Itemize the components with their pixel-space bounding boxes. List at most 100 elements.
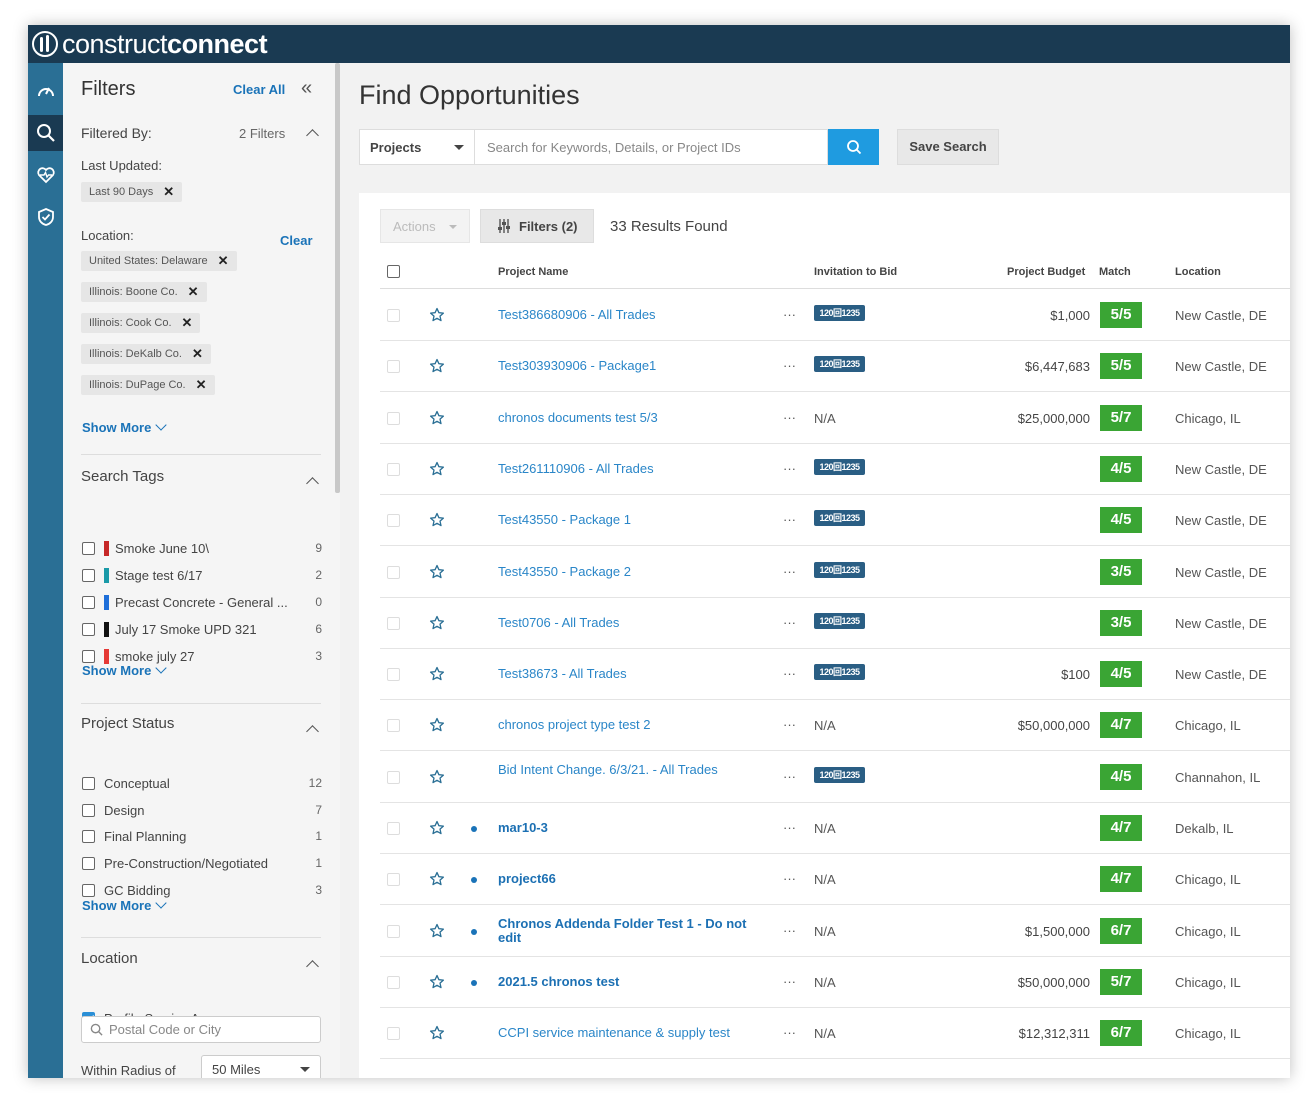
table-row[interactable]: Test386680906 - All Trades ··· 120回1235 $1,…: [380, 290, 1290, 341]
remove-chip-icon[interactable]: ✕: [196, 377, 207, 393]
project-name-link[interactable]: CCPI service maintenance & supply test: [498, 1026, 763, 1040]
chevron-up-icon[interactable]: [306, 477, 319, 490]
itb-badge[interactable]: 120回1235: [814, 766, 865, 783]
checkbox[interactable]: [82, 568, 95, 582]
col-project-name[interactable]: Project Name: [498, 266, 568, 278]
rail-verified[interactable]: [28, 199, 63, 235]
row-checkbox[interactable]: [387, 822, 400, 835]
status-item[interactable]: Final Planning 1: [82, 827, 322, 845]
project-name-link[interactable]: chronos documents test 5/3: [498, 410, 763, 425]
itb-badge[interactable]: 120回1235: [814, 664, 865, 681]
row-checkbox[interactable]: [387, 719, 400, 733]
col-location[interactable]: Location: [1175, 266, 1221, 278]
itb-badge[interactable]: 120回1235: [814, 305, 865, 321]
rail-tracking[interactable]: [28, 157, 63, 193]
save-search-button[interactable]: Save Search: [897, 129, 999, 165]
table-row[interactable]: chronos project type test 2 ··· N/A $50,000…: [380, 700, 1290, 752]
project-name-link[interactable]: Test0706 - All Trades: [498, 615, 763, 630]
project-name-link[interactable]: chronos project type test 2: [498, 718, 763, 732]
star-icon[interactable]: [429, 769, 445, 785]
show-more-locations[interactable]: Show More: [82, 419, 168, 435]
table-row[interactable]: Test38673 - All Trades ··· 120回1235 $100 4/5…: [380, 649, 1290, 701]
itb-badge[interactable]: 120回1235: [814, 356, 865, 373]
project-type-select[interactable]: Projects: [359, 129, 474, 165]
more-options-icon[interactable]: ···: [783, 512, 796, 527]
project-name-link[interactable]: 2021.5 chronos test: [498, 974, 763, 989]
status-item[interactable]: Conceptual 12: [82, 774, 322, 792]
row-checkbox[interactable]: [387, 462, 400, 476]
table-row[interactable]: Test43550 - Package 2 ··· 120回1235 3/5 New C…: [380, 547, 1290, 598]
more-options-icon[interactable]: ···: [783, 307, 796, 322]
more-options-icon[interactable]: ···: [783, 974, 796, 989]
itb-badge[interactable]: 120回1235: [814, 510, 865, 527]
table-row[interactable]: chronos documents test 5/3 ··· N/A $25,000,…: [380, 393, 1290, 444]
search-tag-item[interactable]: July 17 Smoke UPD 321 6: [82, 620, 322, 638]
project-name-link[interactable]: Test386680906 - All Trades: [498, 308, 763, 322]
star-icon[interactable]: [429, 820, 445, 836]
keyword-search-input[interactable]: Search for Keywords, Details, or Project…: [474, 129, 828, 165]
star-icon[interactable]: [429, 1025, 445, 1041]
row-checkbox[interactable]: [387, 873, 400, 887]
show-more-tags[interactable]: Show More: [82, 662, 168, 678]
remove-chip-icon[interactable]: ✕: [182, 315, 193, 331]
actions-dropdown[interactable]: Actions: [380, 209, 470, 243]
itb-badge[interactable]: 120回1235: [814, 612, 865, 629]
row-checkbox[interactable]: [387, 1027, 400, 1041]
collapse-panel-icon[interactable]: «: [301, 77, 312, 100]
project-name-link[interactable]: Test43550 - Package 2: [498, 564, 763, 579]
filters-toggle-button[interactable]: Filters (2): [480, 209, 594, 243]
checkbox[interactable]: [82, 595, 95, 609]
itb-badge[interactable]: 120回1235: [814, 561, 865, 578]
more-options-icon[interactable]: ···: [783, 358, 796, 373]
search-button[interactable]: [828, 129, 879, 165]
star-icon[interactable]: [429, 974, 445, 990]
rail-dashboard[interactable]: [28, 73, 63, 109]
more-options-icon[interactable]: ···: [783, 461, 796, 476]
row-checkbox[interactable]: [387, 360, 400, 374]
row-checkbox[interactable]: [387, 565, 400, 579]
more-options-icon[interactable]: ···: [783, 871, 796, 886]
more-options-icon[interactable]: ···: [783, 769, 796, 784]
status-item[interactable]: Pre-Construction/Negotiated 1: [82, 854, 322, 872]
checkbox[interactable]: [82, 541, 95, 555]
postal-code-input[interactable]: Postal Code or City: [81, 1016, 321, 1043]
row-checkbox[interactable]: [387, 975, 400, 989]
project-name-link[interactable]: Test38673 - All Trades: [498, 667, 763, 681]
project-name-link[interactable]: project66: [498, 872, 763, 886]
star-icon[interactable]: [429, 871, 445, 887]
col-match[interactable]: Match: [1099, 266, 1131, 278]
star-icon[interactable]: [429, 461, 445, 477]
col-project-budget[interactable]: Project Budget: [1007, 266, 1085, 278]
table-row[interactable]: mar10-3 ··· N/A 4/7 Dekalb, IL: [380, 803, 1290, 854]
status-item[interactable]: GC Bidding 3: [82, 881, 322, 899]
checkbox[interactable]: [82, 803, 95, 817]
more-options-icon[interactable]: ···: [783, 615, 796, 630]
search-tag-item[interactable]: Stage test 6/17 2: [82, 566, 322, 584]
star-icon[interactable]: [429, 564, 445, 580]
more-options-icon[interactable]: ···: [783, 666, 796, 681]
row-checkbox[interactable]: [387, 616, 400, 630]
star-icon[interactable]: [429, 717, 445, 733]
star-icon[interactable]: [429, 512, 445, 528]
checkbox[interactable]: [82, 883, 95, 897]
remove-chip-icon[interactable]: ✕: [218, 253, 229, 269]
location-clear-link[interactable]: Clear: [280, 233, 313, 248]
star-icon[interactable]: [429, 358, 445, 374]
checkbox[interactable]: [82, 622, 95, 636]
chevron-up-icon[interactable]: [306, 129, 319, 142]
itb-badge[interactable]: 120回1235: [814, 458, 865, 475]
star-icon[interactable]: [429, 923, 445, 939]
star-icon[interactable]: [429, 307, 445, 323]
more-options-icon[interactable]: ···: [783, 564, 796, 579]
rail-search[interactable]: [28, 115, 63, 151]
remove-chip-icon[interactable]: ✕: [163, 184, 174, 200]
project-name-link[interactable]: Test43550 - Package 1: [498, 513, 763, 527]
star-icon[interactable]: [429, 615, 445, 631]
more-options-icon[interactable]: ···: [783, 820, 796, 835]
more-options-icon[interactable]: ···: [783, 717, 796, 732]
search-tag-item[interactable]: Smoke June 10\ 9: [82, 539, 322, 557]
project-name-link[interactable]: Chronos Addenda Folder Test 1 - Do not e…: [498, 916, 763, 945]
checkbox[interactable]: [82, 649, 95, 663]
project-name-link[interactable]: Bid Intent Change. 6/3/21. - All Trades: [498, 762, 763, 777]
row-checkbox[interactable]: [387, 411, 400, 425]
